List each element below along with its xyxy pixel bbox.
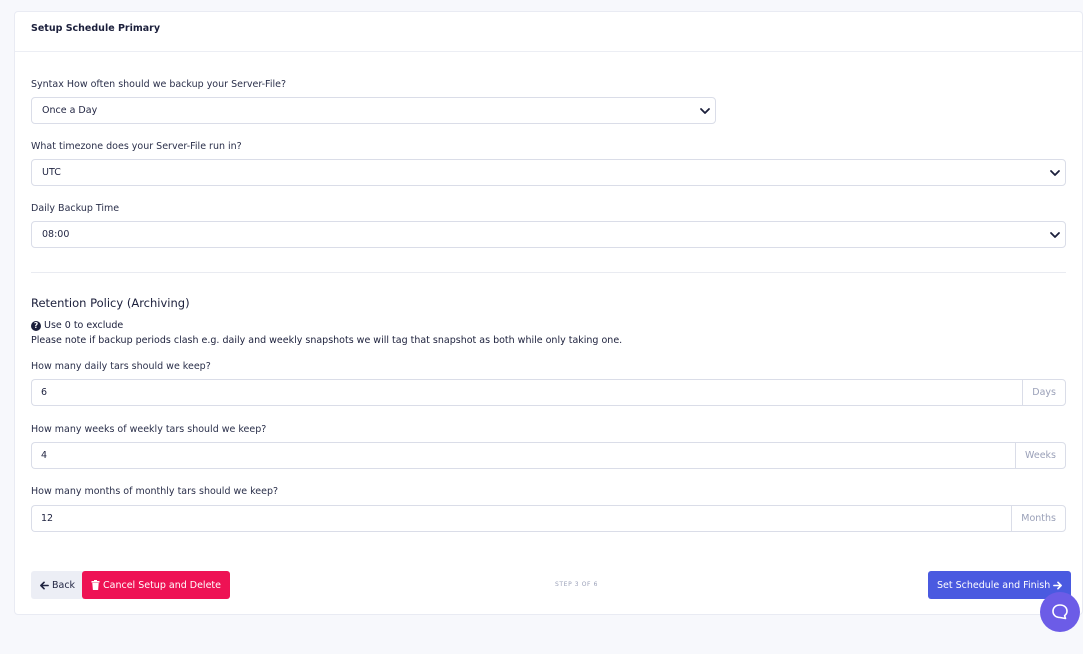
- frequency-select-value: Once a Day: [42, 105, 98, 116]
- retention-hint: ? Use 0 to exclude: [31, 320, 123, 331]
- daily-tars-label: How many daily tars should we keep?: [31, 361, 211, 372]
- frequency-select[interactable]: Once a Day: [31, 97, 716, 124]
- timezone-select-value: UTC: [42, 167, 61, 178]
- set-schedule-finish-label: Set Schedule and Finish: [937, 579, 1051, 591]
- chevron-down-icon: [1050, 232, 1060, 238]
- retention-title: Retention Policy (Archiving): [31, 296, 190, 310]
- setup-schedule-card: Setup Schedule Primary Syntax How often …: [14, 11, 1083, 615]
- daily-tars-unit: Days: [1022, 379, 1066, 406]
- chat-launcher-button[interactable]: [1040, 592, 1080, 632]
- back-button[interactable]: Back: [31, 571, 85, 599]
- monthly-tars-label: How many months of monthly tars should w…: [31, 486, 279, 497]
- backup-time-select[interactable]: 08:00: [31, 221, 1066, 248]
- timezone-select[interactable]: UTC: [31, 159, 1066, 186]
- weekly-tars-group: 4 Weeks: [31, 442, 1066, 469]
- cancel-setup-button[interactable]: Cancel Setup and Delete: [82, 571, 230, 599]
- section-divider: [31, 272, 1066, 273]
- weekly-tars-input[interactable]: 4: [31, 442, 1016, 469]
- step-indicator: STEP 3 OF 6: [555, 581, 599, 588]
- chevron-down-icon: [700, 108, 710, 114]
- arrow-left-icon: [40, 581, 49, 589]
- card-title: Setup Schedule Primary: [15, 12, 1082, 52]
- weekly-tars-unit: Weeks: [1015, 442, 1066, 469]
- timezone-label: What timezone does your Server-File run …: [31, 141, 242, 152]
- monthly-tars-unit: Months: [1011, 505, 1066, 532]
- monthly-tars-input[interactable]: 12: [31, 505, 1012, 532]
- monthly-tars-group: 12 Months: [31, 505, 1066, 532]
- retention-note: Please note if backup periods clash e.g.…: [31, 335, 623, 346]
- back-button-label: Back: [52, 579, 76, 591]
- cancel-setup-label: Cancel Setup and Delete: [103, 579, 221, 591]
- chat-bubble-icon: [1052, 604, 1068, 620]
- backup-time-select-value: 08:00: [42, 229, 70, 240]
- frequency-label: Syntax How often should we backup your S…: [31, 79, 286, 90]
- question-circle-icon: ?: [31, 320, 41, 331]
- arrow-right-icon: [1053, 581, 1063, 589]
- retention-hint-text: Use 0 to exclude: [44, 320, 124, 331]
- chevron-down-icon: [1050, 170, 1060, 176]
- weekly-tars-label: How many weeks of weekly tars should we …: [31, 424, 267, 435]
- trash-icon: [91, 580, 100, 590]
- backup-time-label: Daily Backup Time: [31, 203, 120, 214]
- daily-tars-input[interactable]: 6: [31, 379, 1023, 406]
- daily-tars-group: 6 Days: [31, 379, 1066, 406]
